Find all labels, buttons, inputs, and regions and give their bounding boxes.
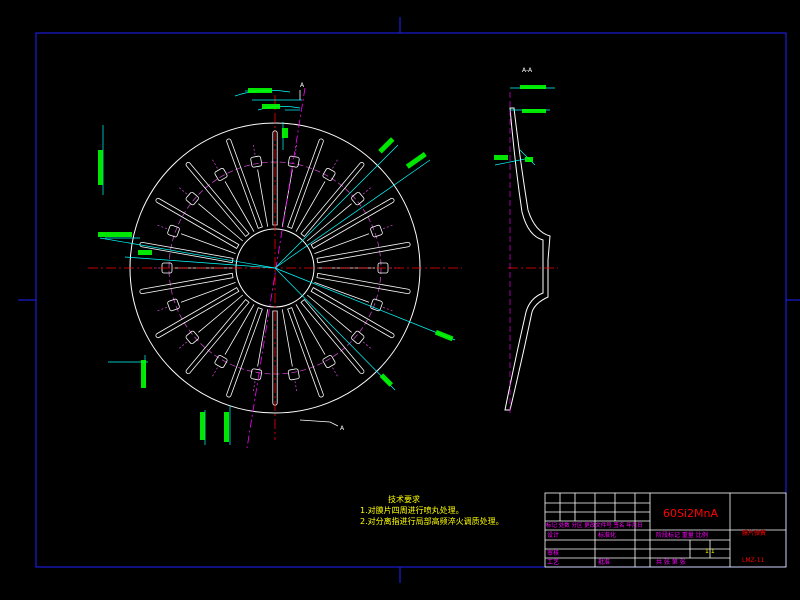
finger-window bbox=[351, 330, 365, 345]
designer-label: 设计 bbox=[547, 531, 559, 539]
hidden-mark bbox=[362, 341, 372, 349]
finger-edge bbox=[295, 304, 326, 355]
title-block-texts: 60Si2MnA 膜片弹簧 LMZ-11 标记 处数 分区 更改文件号 签名 年… bbox=[546, 507, 766, 566]
finger-slot bbox=[300, 298, 365, 374]
finger-slot bbox=[155, 197, 240, 249]
finger-window bbox=[214, 167, 228, 181]
finger-window bbox=[167, 224, 180, 238]
finger-slot bbox=[185, 162, 250, 238]
finger-edge bbox=[224, 304, 255, 355]
hidden-mark bbox=[382, 224, 393, 230]
finger-edge bbox=[306, 294, 352, 333]
finger-window bbox=[322, 355, 336, 369]
finger-window bbox=[370, 224, 383, 238]
hidden-mark bbox=[212, 159, 218, 169]
section-profile bbox=[504, 107, 551, 411]
finger-slot bbox=[139, 272, 234, 295]
section-view: A-A bbox=[494, 67, 558, 415]
approve-label: 批准 bbox=[598, 558, 610, 566]
finger-edge bbox=[198, 294, 244, 333]
part-name-text: 膜片弹簧 bbox=[742, 529, 766, 537]
section-label: A-A bbox=[522, 67, 533, 74]
cut-mark-bottom: A bbox=[340, 425, 345, 432]
sheet-row: 共 张 第 张 bbox=[656, 558, 686, 566]
hidden-mark bbox=[294, 381, 298, 392]
hidden-mark bbox=[157, 224, 168, 230]
hidden-mark bbox=[178, 187, 188, 195]
finger-edge bbox=[198, 203, 244, 242]
finger-slot bbox=[310, 287, 395, 339]
finger-window bbox=[250, 155, 263, 168]
process-label: 工艺 bbox=[547, 558, 559, 566]
finger-window bbox=[370, 298, 383, 312]
hidden-mark bbox=[382, 306, 393, 312]
revision-row: 标记 处数 分区 更改文件号 签名 年月日 bbox=[546, 521, 643, 529]
finger-window bbox=[167, 298, 180, 312]
finger-window bbox=[185, 191, 199, 206]
finger-edge bbox=[224, 181, 255, 232]
front-view: A A bbox=[88, 82, 462, 449]
hidden-mark bbox=[362, 187, 372, 195]
finger-edge bbox=[306, 203, 352, 242]
notes-line-1: 1.对膜片四周进行喷丸处理。 bbox=[360, 506, 464, 515]
finger-window bbox=[351, 191, 365, 206]
notes-line-2: 2.对分离指进行局部高频淬火调质处理。 bbox=[360, 517, 504, 526]
hidden-mark bbox=[157, 306, 168, 312]
stage-row: 阶段标记 重量 比例 bbox=[656, 531, 708, 539]
standard-label: 标准化 bbox=[598, 531, 616, 539]
hidden-mark bbox=[252, 381, 256, 392]
dimension-texts bbox=[98, 88, 454, 442]
cut-arrow-bottom bbox=[299, 419, 339, 427]
drawing-no-text: LMZ-11 bbox=[742, 557, 765, 564]
finger-window bbox=[185, 330, 199, 345]
finger-window bbox=[250, 368, 263, 381]
hidden-mark bbox=[178, 341, 188, 349]
cut-mark-top: A bbox=[300, 82, 305, 89]
hidden-mark bbox=[212, 367, 218, 377]
hidden-mark bbox=[332, 367, 338, 377]
material-text: 60Si2MnA bbox=[663, 507, 718, 520]
outer-border bbox=[35, 32, 787, 568]
hidden-mark bbox=[332, 159, 338, 169]
review-label: 审核 bbox=[547, 549, 559, 557]
finger-slot bbox=[155, 287, 240, 339]
center-lines bbox=[88, 95, 462, 440]
section-dimensions bbox=[494, 87, 555, 166]
technical-notes: 技术要求 1.对膜片四周进行喷丸处理。 2.对分离指进行局部高频淬火调质处理。 bbox=[360, 494, 504, 527]
hidden-mark bbox=[252, 144, 256, 155]
finger-slot bbox=[310, 197, 395, 249]
finger-slot bbox=[185, 298, 250, 374]
notes-heading: 技术要求 bbox=[388, 495, 420, 504]
finger-slot bbox=[300, 162, 365, 238]
finger-slot bbox=[316, 241, 411, 264]
finger-edge bbox=[295, 181, 326, 232]
finger-window bbox=[287, 368, 300, 381]
scale-text: 1:1 bbox=[705, 548, 715, 555]
